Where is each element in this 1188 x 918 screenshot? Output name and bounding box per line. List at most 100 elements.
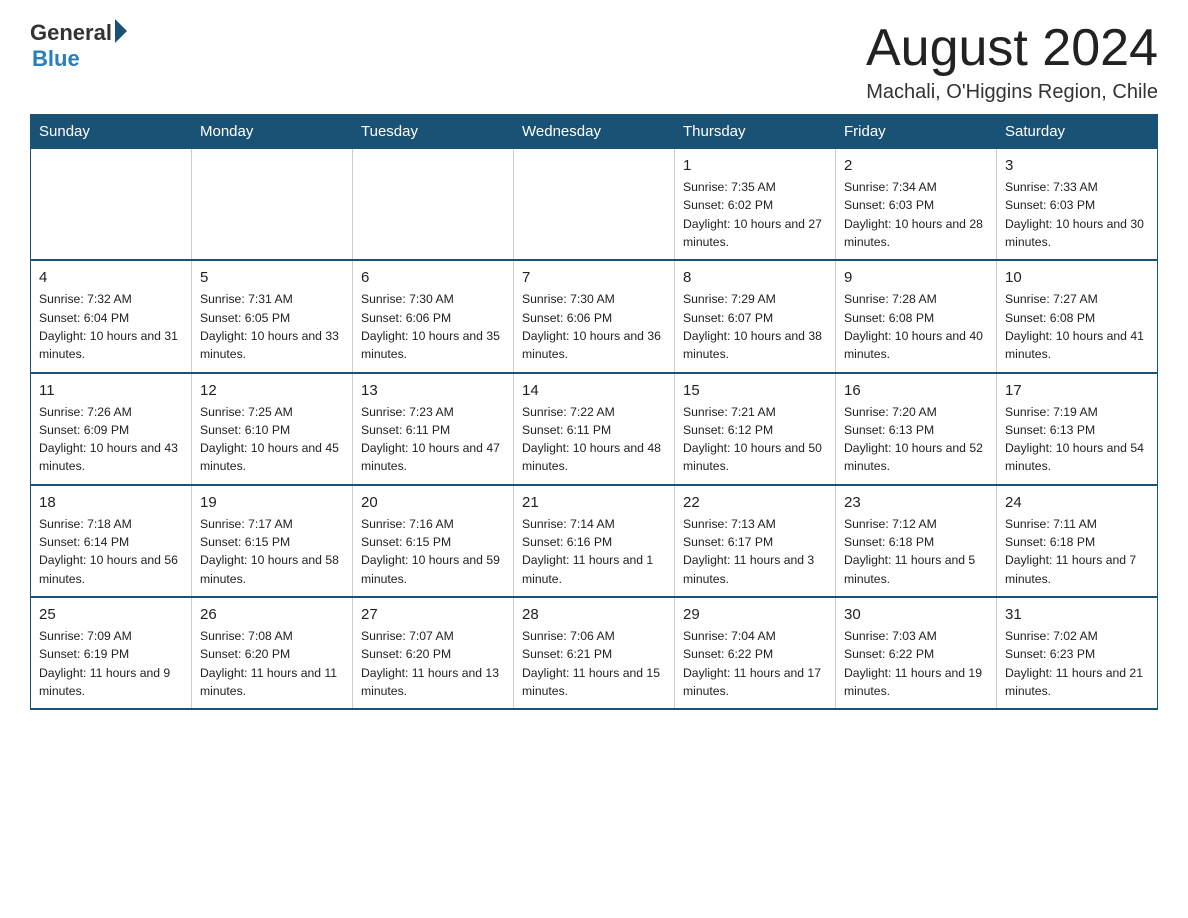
day-number: 1 (683, 157, 827, 174)
day-number: 19 (200, 494, 344, 511)
calendar-cell: 10 Sunrise: 7:27 AM Sunset: 6:08 PM Dayli… (997, 260, 1158, 372)
calendar-cell: 4Sunrise: 7:32 AM Sunset: 6:04 PM Daylig… (31, 260, 192, 372)
day-info: Sunrise: 7:17 AM Sunset: 6:15 PM Dayligh… (200, 515, 344, 588)
calendar-cell: 5Sunrise: 7:31 AM Sunset: 6:05 PM Daylig… (192, 260, 353, 372)
location-text: Machali, O'Higgins Region, Chile (866, 81, 1158, 104)
day-number: 7 (522, 269, 666, 286)
calendar-week-row: 11 Sunrise: 7:26 AM Sunset: 6:09 PM Dayli… (31, 373, 1158, 485)
day-info: Sunrise: 7:23 AM Sunset: 6:11 PM Dayligh… (361, 403, 505, 476)
day-number: 9 (844, 269, 988, 286)
day-info: Sunrise: 7:04 AM Sunset: 6:22 PM Dayligh… (683, 627, 827, 700)
day-info: Sunrise: 7:25 AM Sunset: 6:10 PM Dayligh… (200, 403, 344, 476)
day-number: 31 (1005, 606, 1149, 623)
day-info: Sunrise: 7:03 AM Sunset: 6:22 PM Dayligh… (844, 627, 988, 700)
day-info: Sunrise: 7:29 AM Sunset: 6:07 PM Dayligh… (683, 290, 827, 363)
calendar-cell: 29 Sunrise: 7:04 AM Sunset: 6:22 PM Dayli… (675, 597, 836, 709)
calendar-cell: 17 Sunrise: 7:19 AM Sunset: 6:13 PM Dayli… (997, 373, 1158, 485)
day-number: 5 (200, 269, 344, 286)
calendar-cell: 31 Sunrise: 7:02 AM Sunset: 6:23 PM Dayli… (997, 597, 1158, 709)
header-cell-sunday: Sunday (31, 115, 192, 149)
day-info: Sunrise: 7:12 AM Sunset: 6:18 PM Dayligh… (844, 515, 988, 588)
header-cell-thursday: Thursday (675, 115, 836, 149)
logo-general-text: General (30, 20, 112, 46)
header-cell-tuesday: Tuesday (353, 115, 514, 149)
calendar-cell: 15 Sunrise: 7:21 AM Sunset: 6:12 PM Dayli… (675, 373, 836, 485)
day-info: Sunrise: 7:27 AM Sunset: 6:08 PM Dayligh… (1005, 290, 1149, 363)
day-number: 14 (522, 382, 666, 399)
calendar-cell: 20 Sunrise: 7:16 AM Sunset: 6:15 PM Dayli… (353, 485, 514, 597)
calendar-cell (192, 149, 353, 261)
day-info: Sunrise: 7:09 AM Sunset: 6:19 PM Dayligh… (39, 627, 183, 700)
day-number: 18 (39, 494, 183, 511)
calendar-cell: 26 Sunrise: 7:08 AM Sunset: 6:20 PM Dayli… (192, 597, 353, 709)
calendar-cell (514, 149, 675, 261)
day-info: Sunrise: 7:16 AM Sunset: 6:15 PM Dayligh… (361, 515, 505, 588)
calendar-cell: 9 Sunrise: 7:28 AM Sunset: 6:08 PM Daylig… (836, 260, 997, 372)
calendar-cell: 7 Sunrise: 7:30 AM Sunset: 6:06 PM Daylig… (514, 260, 675, 372)
day-number: 10 (1005, 269, 1149, 286)
calendar-cell: 6Sunrise: 7:30 AM Sunset: 6:06 PM Daylig… (353, 260, 514, 372)
logo-arrow-icon (115, 19, 127, 43)
calendar-week-row: 1 Sunrise: 7:35 AM Sunset: 6:02 PM Daylig… (31, 149, 1158, 261)
day-info: Sunrise: 7:08 AM Sunset: 6:20 PM Dayligh… (200, 627, 344, 700)
calendar-cell: 16 Sunrise: 7:20 AM Sunset: 6:13 PM Dayli… (836, 373, 997, 485)
day-info: Sunrise: 7:28 AM Sunset: 6:08 PM Dayligh… (844, 290, 988, 363)
day-info: Sunrise: 7:02 AM Sunset: 6:23 PM Dayligh… (1005, 627, 1149, 700)
day-info: Sunrise: 7:21 AM Sunset: 6:12 PM Dayligh… (683, 403, 827, 476)
day-number: 8 (683, 269, 827, 286)
day-number: 11 (39, 382, 183, 399)
calendar-week-row: 4Sunrise: 7:32 AM Sunset: 6:04 PM Daylig… (31, 260, 1158, 372)
day-number: 25 (39, 606, 183, 623)
calendar-cell: 25 Sunrise: 7:09 AM Sunset: 6:19 PM Dayli… (31, 597, 192, 709)
calendar-cell: 30 Sunrise: 7:03 AM Sunset: 6:22 PM Dayli… (836, 597, 997, 709)
calendar-cell: 19 Sunrise: 7:17 AM Sunset: 6:15 PM Dayli… (192, 485, 353, 597)
calendar-cell: 2 Sunrise: 7:34 AM Sunset: 6:03 PM Daylig… (836, 149, 997, 261)
day-number: 29 (683, 606, 827, 623)
day-number: 17 (1005, 382, 1149, 399)
calendar-cell: 12 Sunrise: 7:25 AM Sunset: 6:10 PM Dayli… (192, 373, 353, 485)
calendar-header-row: SundayMondayTuesdayWednesdayThursdayFrid… (31, 115, 1158, 149)
day-info: Sunrise: 7:30 AM Sunset: 6:06 PM Dayligh… (522, 290, 666, 363)
day-number: 22 (683, 494, 827, 511)
day-info: Sunrise: 7:06 AM Sunset: 6:21 PM Dayligh… (522, 627, 666, 700)
calendar-cell (353, 149, 514, 261)
calendar-cell: 21Sunrise: 7:14 AM Sunset: 6:16 PM Dayli… (514, 485, 675, 597)
day-number: 15 (683, 382, 827, 399)
header-cell-wednesday: Wednesday (514, 115, 675, 149)
calendar-cell: 27Sunrise: 7:07 AM Sunset: 6:20 PM Dayli… (353, 597, 514, 709)
day-number: 12 (200, 382, 344, 399)
day-number: 30 (844, 606, 988, 623)
day-number: 16 (844, 382, 988, 399)
calendar-week-row: 18 Sunrise: 7:18 AM Sunset: 6:14 PM Dayli… (31, 485, 1158, 597)
calendar-cell: 18 Sunrise: 7:18 AM Sunset: 6:14 PM Dayli… (31, 485, 192, 597)
calendar-week-row: 25 Sunrise: 7:09 AM Sunset: 6:19 PM Dayli… (31, 597, 1158, 709)
calendar-cell: 11 Sunrise: 7:26 AM Sunset: 6:09 PM Dayli… (31, 373, 192, 485)
day-info: Sunrise: 7:34 AM Sunset: 6:03 PM Dayligh… (844, 178, 988, 251)
calendar-cell: 13Sunrise: 7:23 AM Sunset: 6:11 PM Dayli… (353, 373, 514, 485)
calendar-table: SundayMondayTuesdayWednesdayThursdayFrid… (30, 114, 1158, 710)
logo: General Blue (30, 20, 127, 72)
day-number: 2 (844, 157, 988, 174)
day-info: Sunrise: 7:26 AM Sunset: 6:09 PM Dayligh… (39, 403, 183, 476)
day-number: 26 (200, 606, 344, 623)
day-number: 20 (361, 494, 505, 511)
day-number: 6 (361, 269, 505, 286)
day-info: Sunrise: 7:20 AM Sunset: 6:13 PM Dayligh… (844, 403, 988, 476)
day-number: 23 (844, 494, 988, 511)
day-info: Sunrise: 7:13 AM Sunset: 6:17 PM Dayligh… (683, 515, 827, 588)
calendar-cell: 24Sunrise: 7:11 AM Sunset: 6:18 PM Dayli… (997, 485, 1158, 597)
calendar-cell: 23 Sunrise: 7:12 AM Sunset: 6:18 PM Dayli… (836, 485, 997, 597)
day-number: 3 (1005, 157, 1149, 174)
calendar-cell: 14Sunrise: 7:22 AM Sunset: 6:11 PM Dayli… (514, 373, 675, 485)
day-info: Sunrise: 7:33 AM Sunset: 6:03 PM Dayligh… (1005, 178, 1149, 251)
day-number: 4 (39, 269, 183, 286)
page-header: General Blue August 2024 Machali, O'Higg… (30, 20, 1158, 104)
title-block: August 2024 Machali, O'Higgins Region, C… (866, 20, 1158, 104)
day-number: 24 (1005, 494, 1149, 511)
day-info: Sunrise: 7:18 AM Sunset: 6:14 PM Dayligh… (39, 515, 183, 588)
calendar-cell: 1 Sunrise: 7:35 AM Sunset: 6:02 PM Daylig… (675, 149, 836, 261)
day-info: Sunrise: 7:19 AM Sunset: 6:13 PM Dayligh… (1005, 403, 1149, 476)
day-info: Sunrise: 7:35 AM Sunset: 6:02 PM Dayligh… (683, 178, 827, 251)
calendar-cell: 3 Sunrise: 7:33 AM Sunset: 6:03 PM Daylig… (997, 149, 1158, 261)
day-number: 28 (522, 606, 666, 623)
